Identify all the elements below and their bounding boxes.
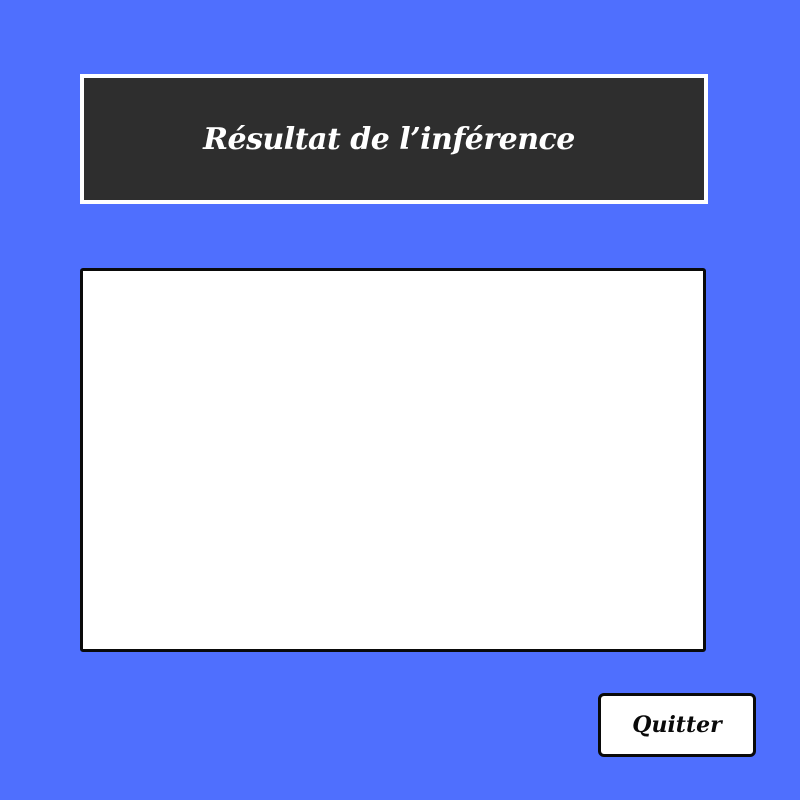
quit-button-label: Quitter xyxy=(632,712,722,738)
quit-button[interactable]: Quitter xyxy=(598,693,756,757)
page-title: Résultat de l’inférence xyxy=(203,121,575,157)
inference-result-panel xyxy=(80,268,706,652)
title-banner: Résultat de l’inférence xyxy=(80,74,708,204)
